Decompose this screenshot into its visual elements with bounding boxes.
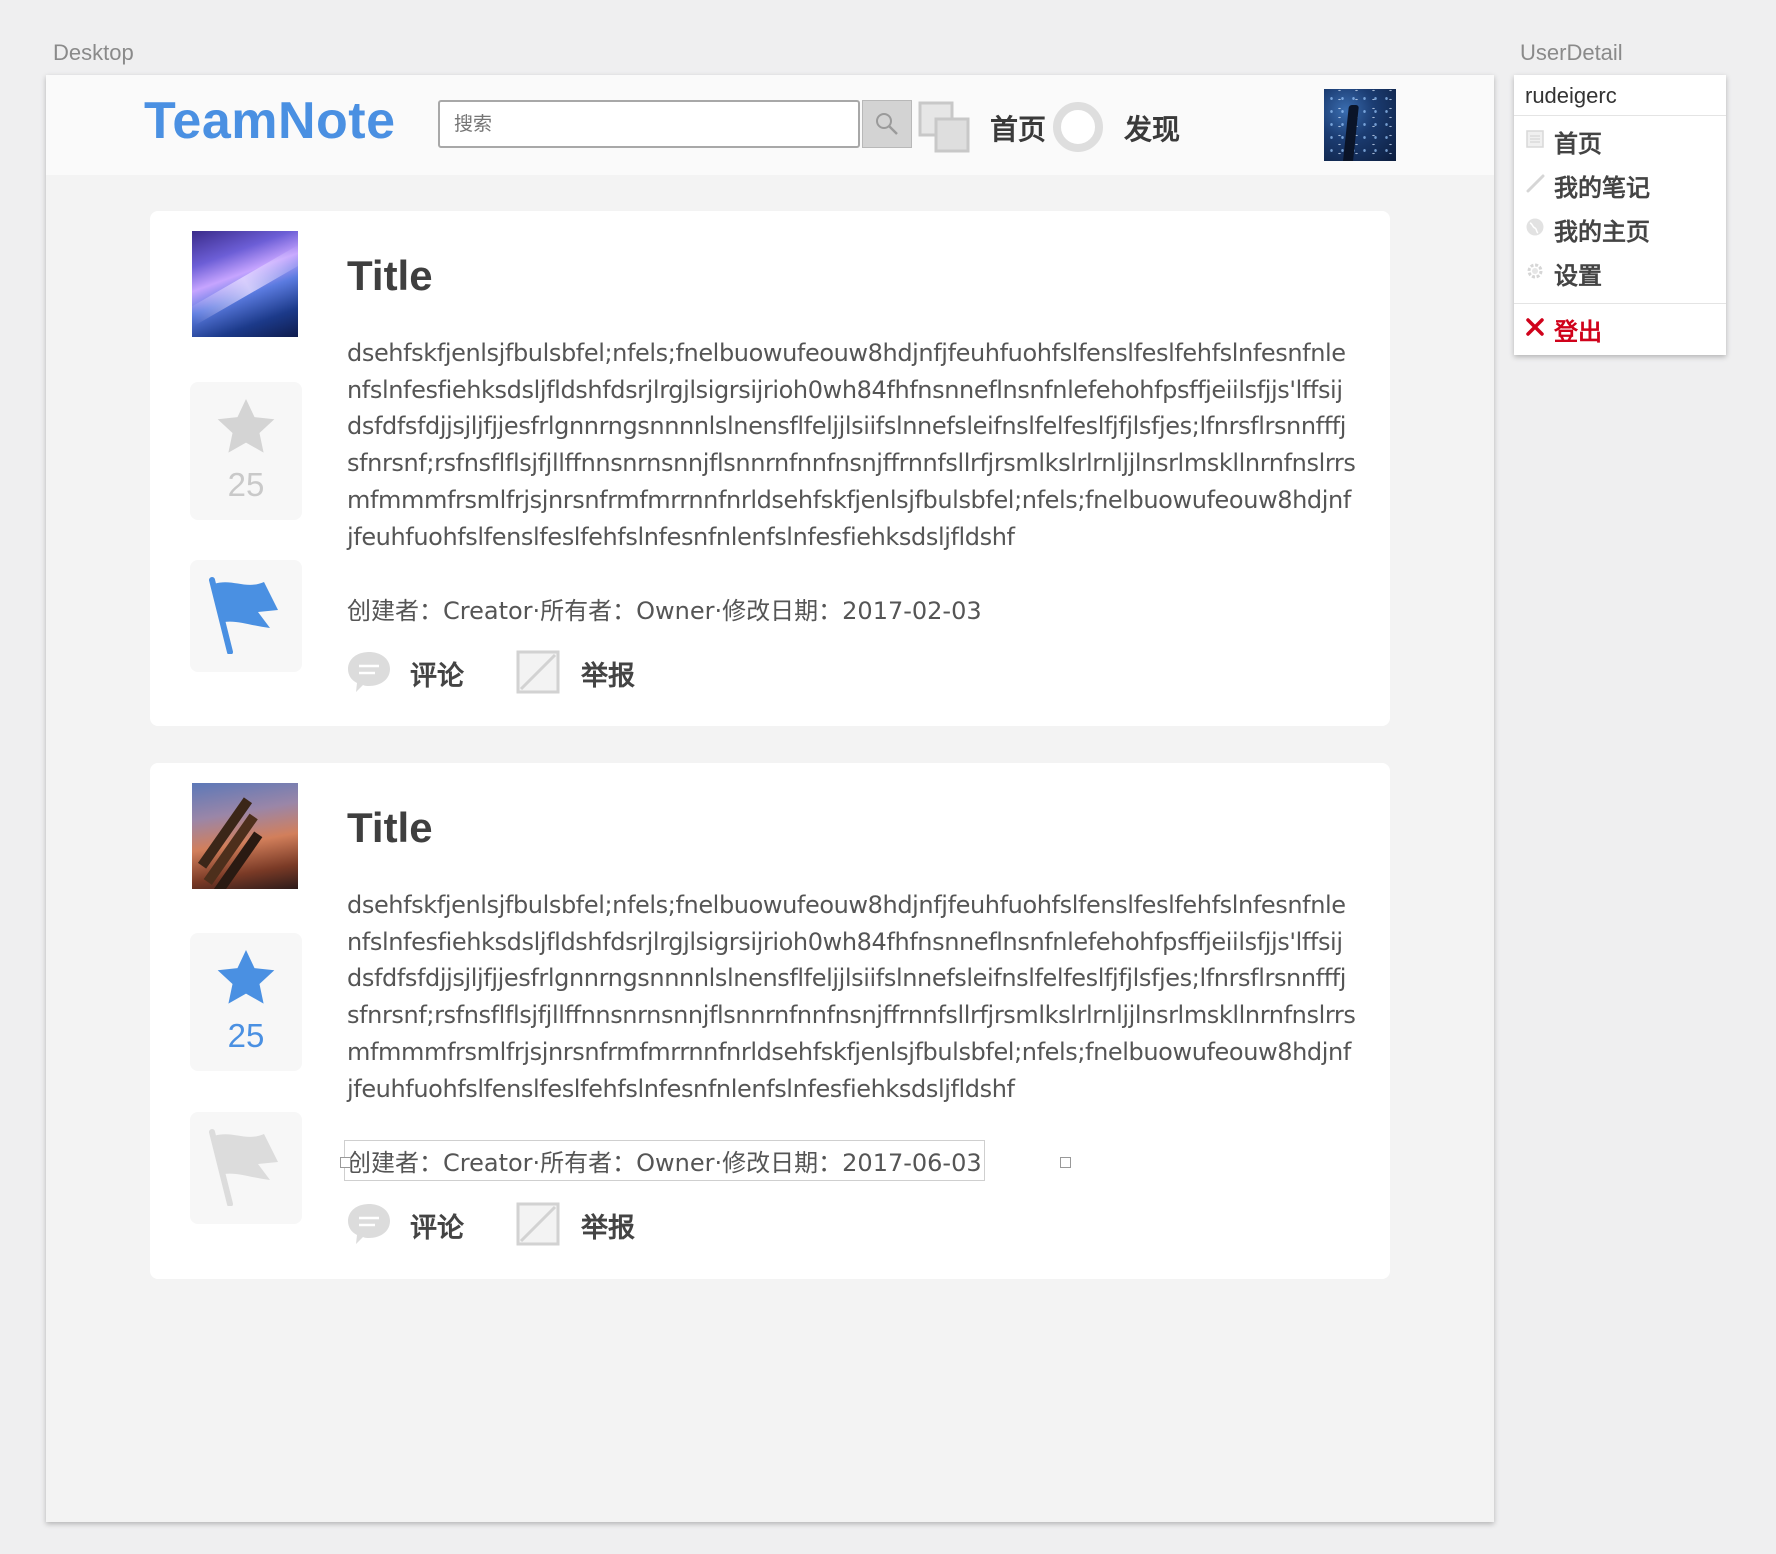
gear-icon [1527, 263, 1543, 279]
top-navbar: TeamNote 首页 发现 [46, 75, 1494, 175]
vote-box[interactable]: 25 [190, 933, 302, 1071]
report-button[interactable]: 举报 [581, 654, 635, 693]
menu-item-label: 首页 [1554, 130, 1602, 158]
menu-item-label: 我的笔记 [1554, 174, 1650, 202]
flag-icon[interactable] [208, 576, 282, 654]
discover-icon[interactable] [1052, 101, 1104, 153]
report-icon[interactable] [515, 649, 561, 695]
menu-item-label: 设置 [1554, 262, 1602, 290]
report-icon[interactable] [515, 1201, 561, 1247]
artboard-label-desktop: Desktop [53, 40, 134, 65]
menu-item-home[interactable]: 首页 [1514, 119, 1726, 159]
star-icon[interactable] [212, 945, 280, 1011]
search-icon [876, 113, 898, 135]
comment-button[interactable]: 评论 [410, 654, 464, 693]
resize-handle[interactable] [1060, 1157, 1071, 1168]
post-thumbnail[interactable] [192, 231, 298, 337]
nav-home[interactable]: 首页 [990, 108, 1046, 148]
report-button[interactable]: 举报 [581, 1206, 635, 1245]
artboard-label-userdetail: UserDetail [1520, 40, 1623, 65]
logout-label: 登出 [1554, 318, 1602, 346]
username: rudeigerc [1525, 83, 1617, 108]
logout-button[interactable]: 登出 [1514, 307, 1726, 347]
search-input[interactable] [440, 102, 858, 146]
post-meta: 创建者：Creator·所有者：Owner·修改日期：2017-02-03 [347, 597, 982, 625]
post-body: dsehfskfjenlsjfbulsbfel;nfels;fnelbuowuf… [347, 891, 1356, 1103]
flag-box[interactable] [190, 1112, 302, 1224]
menu-item-my-homepage[interactable]: 我的主页 [1514, 207, 1726, 247]
menu-item-settings[interactable]: 设置 [1514, 251, 1726, 291]
search-box [438, 100, 860, 148]
app-logo[interactable]: TeamNote [144, 91, 396, 151]
post-title[interactable]: Title [347, 252, 433, 300]
home-icon[interactable] [918, 101, 970, 153]
desktop-frame: TeamNote 首页 发现 25 [46, 75, 1494, 1522]
flag-icon[interactable] [208, 1128, 282, 1206]
post-body: dsehfskfjenlsjfbulsbfel;nfels;fnelbuowuf… [347, 339, 1356, 551]
menu-item-my-notes[interactable]: 我的笔记 [1514, 163, 1726, 203]
vote-box[interactable]: 25 [190, 382, 302, 520]
globe-icon [1526, 218, 1544, 236]
close-icon [1526, 318, 1544, 336]
vote-count: 25 [227, 1017, 265, 1054]
user-detail-panel: rudeigerc 首页 我的笔记 我的主页 设置 登出 [1514, 75, 1726, 355]
user-avatar[interactable] [1324, 89, 1396, 161]
menu-item-label: 我的主页 [1554, 218, 1650, 246]
star-icon[interactable] [212, 394, 280, 460]
post-meta: 创建者：Creator·所有者：Owner·修改日期：2017-06-03 [344, 1140, 985, 1181]
post-title[interactable]: Title [347, 804, 433, 852]
nav-discover[interactable]: 发现 [1124, 108, 1180, 148]
document-icon [1526, 130, 1544, 148]
post-card: 25 Title dsehfskfjenlsjfbulsbfel;nfels;f… [150, 763, 1390, 1279]
pencil-icon [1526, 174, 1545, 193]
search-button[interactable] [862, 100, 912, 148]
vote-count: 25 [227, 466, 265, 503]
post-card: 25 Title dsehfskfjenlsjfbulsbfel;nfels;f… [150, 211, 1390, 726]
flag-box[interactable] [190, 560, 302, 672]
comment-button[interactable]: 评论 [410, 1206, 464, 1245]
post-thumbnail[interactable] [192, 783, 298, 889]
comment-icon[interactable] [346, 1201, 392, 1247]
divider [1514, 115, 1726, 116]
divider [1514, 303, 1726, 304]
comment-icon[interactable] [346, 649, 392, 695]
resize-handle[interactable] [340, 1157, 351, 1168]
